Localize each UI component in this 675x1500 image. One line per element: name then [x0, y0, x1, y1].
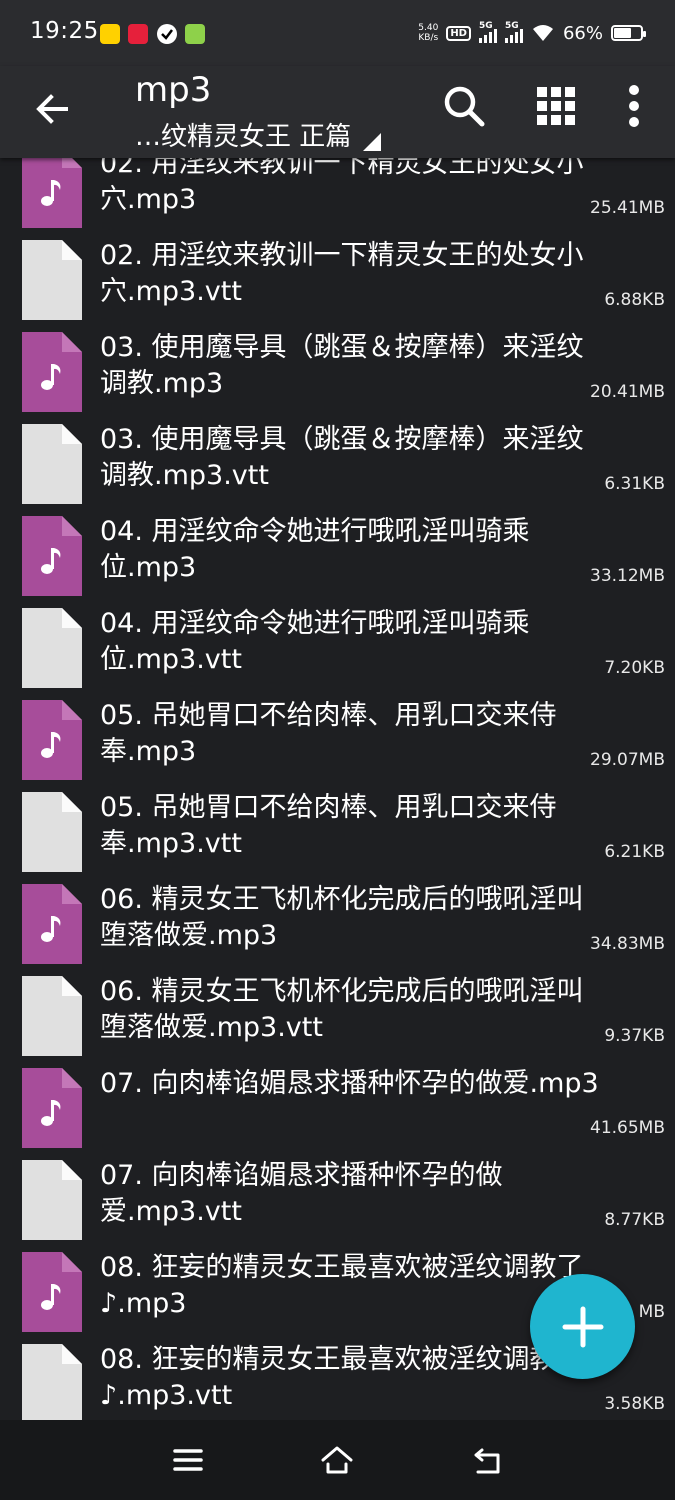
path-dropdown[interactable]: …纹精灵女王 正篇	[135, 116, 382, 153]
file-size: 7.20KB	[604, 658, 665, 678]
file-size: 6.88KB	[604, 290, 665, 310]
list-item[interactable]: 05. 吊她胃口不给肉棒、用乳口交来侍奉.mp3 29.07MB	[0, 690, 675, 782]
audio-file-icon	[22, 332, 82, 412]
list-item[interactable]: 07. 向肉棒谄媚恳求播种怀孕的做爱.mp3.vtt 8.77KB	[0, 1150, 675, 1242]
menu-icon[interactable]	[170, 1442, 206, 1478]
file-name: 06. 精灵女王飞机杯化完成后的哦吼淫叫堕落做爱.mp3.vtt	[100, 976, 584, 1043]
app-notification-icon	[128, 24, 148, 44]
file-size: 3.58KB	[604, 1394, 665, 1414]
file-size: 9.37KB	[604, 1026, 665, 1046]
list-item[interactable]: 02. 用淫纹来教训一下精灵女王的处女小穴.mp3.vtt 6.88KB	[0, 230, 675, 322]
text-file-icon	[22, 1160, 82, 1240]
audio-file-icon	[22, 884, 82, 964]
signal-icon-2: 5G	[504, 21, 523, 43]
file-list-content: 02. 用淫纹来教训一下精灵女王的处女小穴.mp3 25.41MB 02. 用淫纹…	[0, 158, 675, 1420]
file-name: 02. 用淫纹来教训一下精灵女王的处女小穴.mp3	[100, 158, 584, 215]
more-vert-icon[interactable]	[610, 82, 658, 130]
file-size: 41.65MB	[590, 1118, 665, 1138]
file-size: 29.07MB	[590, 750, 665, 770]
file-size: 33.12MB	[590, 566, 665, 586]
file-name: 04. 用淫纹命令她进行哦吼淫叫骑乘位.mp3	[100, 516, 530, 583]
grid-view-icon[interactable]	[532, 82, 580, 130]
hd-voice-icon: HD	[446, 25, 471, 41]
file-list[interactable]: 02. 用淫纹来教训一下精灵女王的处女小穴.mp3 25.41MB 02. 用淫纹…	[0, 158, 675, 1420]
page-title: mp3	[135, 70, 212, 110]
audio-file-icon	[22, 1252, 82, 1332]
audio-file-icon	[22, 516, 82, 596]
list-item[interactable]: 03. 使用魔导具（跳蛋＆按摩棒）来淫纹调教.mp3 20.41MB	[0, 322, 675, 414]
list-item[interactable]: 02. 用淫纹来教训一下精灵女王的处女小穴.mp3 25.41MB	[0, 158, 675, 230]
navigation-bar	[0, 1420, 675, 1500]
home-icon[interactable]	[319, 1442, 355, 1478]
text-file-icon	[22, 608, 82, 688]
file-size: 34.83MB	[590, 934, 665, 954]
battery-percent: 66%	[562, 22, 603, 44]
file-name: 08. 狂妄的精灵女王最喜欢被淫纹调教了♪.mp3.vtt	[100, 1344, 584, 1411]
file-name: 02. 用淫纹来教训一下精灵女王的处女小穴.mp3.vtt	[100, 240, 584, 307]
file-name: 03. 使用魔导具（跳蛋＆按摩棒）来淫纹调教.mp3.vtt	[100, 424, 584, 491]
file-name: 07. 向肉棒谄媚恳求播种怀孕的做爱.mp3.vtt	[100, 1160, 503, 1227]
text-file-icon	[22, 240, 82, 320]
text-file-icon	[22, 792, 82, 872]
add-button[interactable]	[530, 1274, 635, 1379]
list-item[interactable]: 07. 向肉棒谄媚恳求播种怀孕的做爱.mp3 41.65MB	[0, 1058, 675, 1150]
path-label: …纹精灵女王 正篇	[135, 122, 352, 152]
file-size: 6.31KB	[604, 474, 665, 494]
audio-file-icon	[22, 700, 82, 780]
list-item[interactable]: 03. 使用魔导具（跳蛋＆按摩棒）来淫纹调教.mp3.vtt 6.31KB	[0, 414, 675, 506]
back-icon[interactable]	[470, 1442, 506, 1478]
list-item[interactable]: 06. 精灵女王飞机杯化完成后的哦吼淫叫堕落做爱.mp3 34.83MB	[0, 874, 675, 966]
file-name: 07. 向肉棒谄媚恳求播种怀孕的做爱.mp3	[100, 1068, 599, 1099]
game-notification-icon	[185, 24, 205, 44]
text-file-icon	[22, 424, 82, 504]
add-icon	[562, 1306, 603, 1347]
text-file-icon	[22, 976, 82, 1056]
list-item[interactable]: 04. 用淫纹命令她进行哦吼淫叫骑乘位.mp3.vtt 7.20KB	[0, 598, 675, 690]
app-bar: mp3 …纹精灵女王 正篇	[0, 66, 675, 158]
file-name: 03. 使用魔导具（跳蛋＆按摩棒）来淫纹调教.mp3	[100, 332, 584, 399]
text-file-icon	[22, 1344, 82, 1420]
status-indicators: 5.40 KB/s HD 5G 5G 66%	[418, 18, 646, 48]
dropdown-triangle-icon	[363, 132, 382, 151]
file-size: 6.21KB	[604, 842, 665, 862]
file-name: 05. 吊她胃口不给肉棒、用乳口交来侍奉.mp3	[100, 700, 557, 767]
file-name: 05. 吊她胃口不给肉棒、用乳口交来侍奉.mp3.vtt	[100, 792, 557, 859]
file-size: MB	[638, 1302, 665, 1322]
status-time: 19:25	[30, 18, 99, 44]
audio-file-icon	[22, 1068, 82, 1148]
arrow-left-icon[interactable]	[30, 86, 76, 132]
meituan-notification-icon	[100, 24, 120, 44]
file-size: 25.41MB	[590, 198, 665, 218]
file-size: 8.77KB	[604, 1210, 665, 1230]
file-name: 04. 用淫纹命令她进行哦吼淫叫骑乘位.mp3.vtt	[100, 608, 530, 675]
list-item[interactable]: 06. 精灵女王飞机杯化完成后的哦吼淫叫堕落做爱.mp3.vtt 9.37KB	[0, 966, 675, 1058]
check-notification-icon	[157, 24, 177, 44]
list-item[interactable]: 04. 用淫纹命令她进行哦吼淫叫骑乘位.mp3 33.12MB	[0, 506, 675, 598]
search-icon[interactable]	[440, 82, 488, 130]
file-size: 20.41MB	[590, 382, 665, 402]
signal-icon: 5G	[478, 21, 497, 43]
file-name: 06. 精灵女王飞机杯化完成后的哦吼淫叫堕落做爱.mp3	[100, 884, 584, 951]
audio-file-icon	[22, 158, 82, 228]
list-item[interactable]: 05. 吊她胃口不给肉棒、用乳口交来侍奉.mp3.vtt 6.21KB	[0, 782, 675, 874]
network-speed: 5.40 KB/s	[418, 23, 439, 43]
status-bar: 19:25 5.40 KB/s HD 5G 5G 66%	[0, 0, 675, 66]
battery-icon	[611, 25, 646, 41]
wifi-icon	[532, 25, 553, 41]
